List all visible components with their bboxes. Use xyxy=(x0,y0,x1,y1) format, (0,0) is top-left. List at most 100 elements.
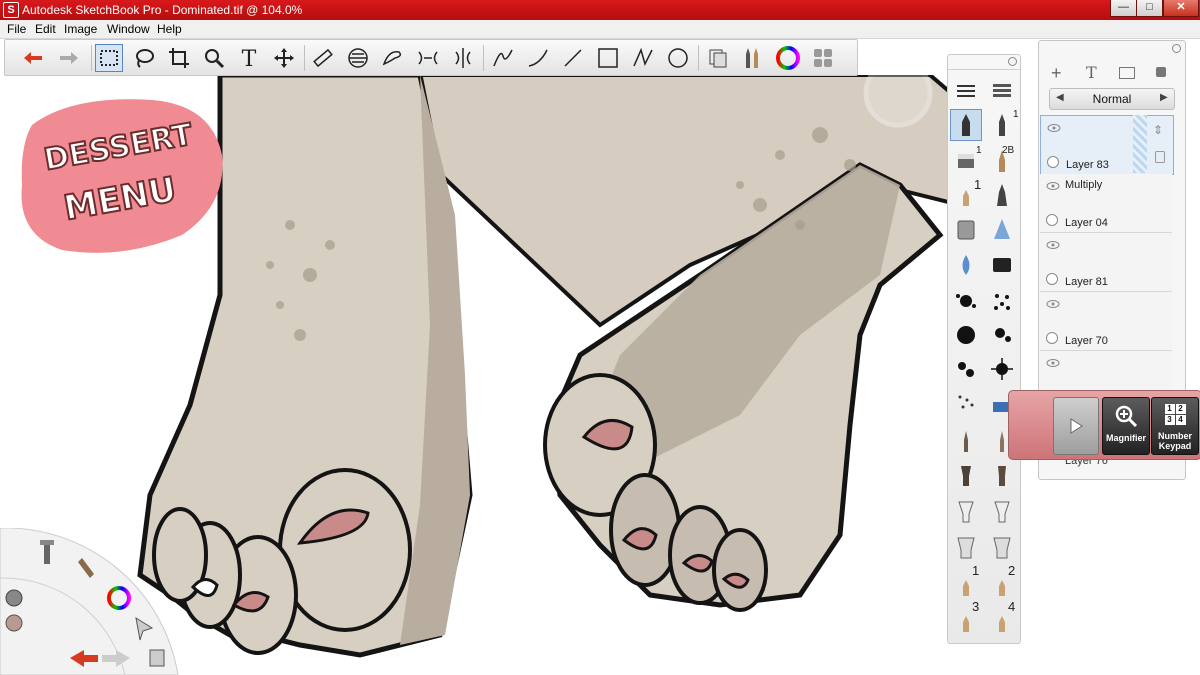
layer-radio[interactable] xyxy=(1046,332,1058,344)
layer-radio[interactable] xyxy=(1046,214,1058,226)
visibility-eye-icon[interactable] xyxy=(1046,300,1060,308)
delete-layer-icon[interactable] xyxy=(1156,67,1166,77)
visibility-eye-icon[interactable] xyxy=(1046,182,1060,190)
number-keypad-button[interactable]: 1 2 3 4 Number Keypad xyxy=(1151,397,1199,455)
ruler-icon[interactable] xyxy=(309,44,337,72)
brush-palette-icon[interactable] xyxy=(739,44,767,72)
minimize-button[interactable]: — xyxy=(1110,0,1137,17)
blend-mode-selector[interactable]: ◀ Normal ▶ xyxy=(1049,88,1175,110)
magnifier-icon xyxy=(1115,405,1138,428)
add-text-layer-icon[interactable]: T xyxy=(1086,63,1097,82)
lagoon-layers-icon[interactable] xyxy=(149,649,165,667)
polyline-icon[interactable] xyxy=(629,44,657,72)
layer-mode-label: Multiply xyxy=(1065,179,1103,191)
expand-button[interactable] xyxy=(1053,397,1099,455)
lasso-icon[interactable] xyxy=(130,44,158,72)
blend-next-icon[interactable]: ▶ xyxy=(1160,92,1168,103)
redo-icon[interactable] xyxy=(55,44,83,72)
fan-brush-1-icon[interactable] xyxy=(950,495,982,527)
brush-library-icon[interactable] xyxy=(986,75,1018,107)
color-wheel-icon[interactable] xyxy=(774,44,802,72)
custom-brush-4-icon[interactable] xyxy=(986,605,1018,637)
zoom-icon[interactable] xyxy=(200,44,228,72)
symmetry-y-icon[interactable] xyxy=(449,44,477,72)
palette-close-icon[interactable] xyxy=(1008,57,1017,66)
layer-row-04[interactable]: Multiply Layer 04 xyxy=(1040,174,1172,233)
round-brush-1-icon[interactable] xyxy=(950,425,982,457)
layer-move-icon[interactable]: ⇕ xyxy=(1153,123,1163,137)
visibility-eye-icon[interactable] xyxy=(1047,124,1061,132)
line-stroke-icon[interactable] xyxy=(489,44,517,72)
keypad-digit: 3 xyxy=(1164,415,1175,425)
smudge-icon[interactable] xyxy=(986,213,1018,245)
layer-row-70[interactable]: Layer 70 xyxy=(1040,292,1172,351)
magnifier-button[interactable]: Magnifier xyxy=(1102,397,1150,455)
visibility-eye-icon[interactable] xyxy=(1046,359,1060,367)
fan-brush-2-icon[interactable] xyxy=(986,495,1018,527)
wide-brush-2-icon[interactable] xyxy=(986,531,1018,563)
add-layer-icon[interactable]: + xyxy=(1051,63,1062,84)
keypad-label-1: Number xyxy=(1157,431,1192,441)
rect-select-icon[interactable] xyxy=(95,44,123,72)
custom-brush-1-icon[interactable] xyxy=(950,569,982,601)
splatter-brush-icon[interactable] xyxy=(950,285,982,317)
marker-icon[interactable] xyxy=(986,179,1018,211)
water-drop-icon[interactable] xyxy=(950,249,982,281)
add-image-layer-icon[interactable] xyxy=(1119,67,1135,79)
menu-image[interactable]: Image xyxy=(64,22,97,36)
magnifier-label: Magnifier xyxy=(1105,433,1146,443)
splash-brush-icon[interactable] xyxy=(986,353,1018,385)
layer-name: Layer 04 xyxy=(1065,217,1108,229)
visibility-eye-icon[interactable] xyxy=(1046,241,1060,249)
layer-name: Layer 70 xyxy=(1065,335,1108,347)
layer-row-81[interactable]: Layer 81 xyxy=(1040,233,1172,292)
lagoon-pointer-button[interactable] xyxy=(5,589,23,607)
keypad-digit: 1 xyxy=(1164,404,1175,414)
splat-brush-icon[interactable] xyxy=(950,353,982,385)
layer-opacity-bar[interactable] xyxy=(1133,115,1147,173)
dessert-menu-logo: DESSERT MENU xyxy=(21,99,223,253)
speckle-brush-icon[interactable] xyxy=(950,387,982,419)
maximize-button[interactable]: □ xyxy=(1136,0,1163,17)
ellipse-icon[interactable] xyxy=(664,44,692,72)
custom-brush-2-icon[interactable] xyxy=(986,569,1018,601)
move-icon[interactable] xyxy=(270,44,298,72)
close-button[interactable]: ✕ xyxy=(1163,0,1199,17)
undo-icon[interactable] xyxy=(19,44,47,72)
custom-brush-3-icon[interactable] xyxy=(950,605,982,637)
copic-icon[interactable] xyxy=(704,44,732,72)
crop-icon[interactable] xyxy=(165,44,193,72)
menu-window[interactable]: Window xyxy=(107,22,150,36)
menu-help[interactable]: Help xyxy=(157,22,182,36)
layer-radio[interactable] xyxy=(1047,156,1059,168)
layer-panel-close-icon[interactable] xyxy=(1172,44,1181,53)
menu-edit[interactable]: Edit xyxy=(35,22,56,36)
french-curve-icon[interactable] xyxy=(379,44,407,72)
app-icon: S xyxy=(3,2,19,18)
ellipse-guide-icon[interactable] xyxy=(344,44,372,72)
menu-file[interactable]: File xyxy=(7,22,26,36)
layer-editor-icon[interactable] xyxy=(809,44,837,72)
floating-control-bar: Magnifier 1 2 3 4 Number Keypad xyxy=(1008,390,1200,460)
straight-line-icon[interactable] xyxy=(559,44,587,72)
wide-brush-1-icon[interactable] xyxy=(950,531,982,563)
lagoon-color-swatch[interactable] xyxy=(5,614,23,632)
dots-brush-icon[interactable] xyxy=(986,285,1018,317)
keypad-icon: 1 2 3 4 xyxy=(1152,404,1198,425)
fill-block-icon[interactable] xyxy=(986,249,1018,281)
layer-radio[interactable] xyxy=(1046,273,1058,285)
symmetry-x-icon[interactable] xyxy=(414,44,442,72)
text-icon[interactable]: T xyxy=(235,44,263,72)
flat-brush-2-icon[interactable] xyxy=(986,459,1018,491)
flat-brush-1-icon[interactable] xyxy=(950,459,982,491)
svg-text:T: T xyxy=(242,47,257,70)
brush-settings-icon[interactable] xyxy=(950,75,982,107)
right-toe-4 xyxy=(712,528,768,612)
pencil-brush-icon[interactable] xyxy=(950,109,982,141)
scatter-brush-icon[interactable] xyxy=(986,319,1018,351)
paint-bucket-icon[interactable] xyxy=(950,213,982,245)
ink-blot-icon[interactable] xyxy=(950,319,982,351)
layer-lock-icon[interactable] xyxy=(1155,151,1165,163)
curve-icon[interactable] xyxy=(524,44,552,72)
rectangle-icon[interactable] xyxy=(594,44,622,72)
